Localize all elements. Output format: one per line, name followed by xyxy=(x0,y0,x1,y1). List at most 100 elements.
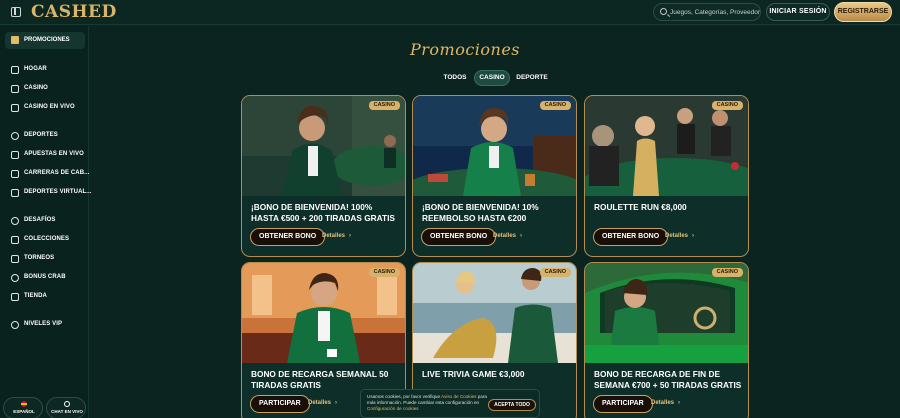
chevron-right-icon: › xyxy=(678,400,681,406)
sidebar-item-deportes[interactable]: DEPORTES xyxy=(0,129,89,143)
sidebar-item-label: DESAFÍOS xyxy=(24,217,56,223)
participate-button[interactable]: PARTICIPAR xyxy=(593,395,653,413)
tab-todos[interactable]: TODOS xyxy=(438,70,472,86)
sidebar-item-label: HOGAR xyxy=(24,66,47,72)
challenge-icon xyxy=(11,217,19,225)
sports-ball-icon xyxy=(11,132,19,140)
sidebar-item-niveles-vip[interactable]: NIVELES VIP xyxy=(0,318,89,332)
sidebar-item-promociones[interactable]: PROMOCIONES xyxy=(5,32,85,49)
crab-icon xyxy=(11,274,19,282)
sidebar-item-apuestas-en-vivo[interactable]: APUESTAS EN VIVO xyxy=(0,148,89,162)
chevron-right-icon: › xyxy=(349,233,352,239)
sidebar-item-label: PROMOCIONES xyxy=(24,37,70,43)
promo-image-card-player xyxy=(242,263,405,363)
details-link[interactable]: Detalles › xyxy=(493,233,522,239)
sidebar-item-casino[interactable]: CASINO xyxy=(0,82,89,96)
sidebar-item-casino-en-vivo[interactable]: CASINO EN VIVO xyxy=(0,101,89,115)
promo-card-title: BONO DE RECARGA DE FIN DE SEMANA €700 + … xyxy=(594,369,742,390)
search-box[interactable] xyxy=(653,3,761,21)
sidebar-item-torneos[interactable]: TORNEOS xyxy=(0,252,89,266)
search-input[interactable] xyxy=(670,5,760,19)
promo-card-weekend-reload[interactable]: CASINO BONO DE RECARGA DE FIN DE SEMANA … xyxy=(584,262,749,418)
details-label: Detalles xyxy=(322,233,346,239)
sidebar-item-desafios[interactable]: DESAFÍOS xyxy=(0,214,89,228)
logo[interactable]: CASHED xyxy=(31,2,117,22)
promo-card-title: LIVE TRIVIA GAME €3,000 xyxy=(422,369,525,379)
chat-label: CHAT EN VIVO xyxy=(51,409,83,414)
top-bar: CASHED INICIAR SESIÓN REGISTRARSE xyxy=(0,0,900,25)
sidebar-item-label: DEPORTES xyxy=(24,132,58,138)
cookie-notice-link[interactable]: Aviso de Cookies xyxy=(441,394,476,399)
chevron-right-icon: › xyxy=(692,233,695,239)
promo-image-yacht-couple xyxy=(413,263,576,363)
chevron-right-icon: › xyxy=(520,233,523,239)
home-icon xyxy=(11,66,19,74)
promo-card-title: ¡BONO DE BIENVENIDA! 10% REEMBOLSO HASTA… xyxy=(422,202,539,223)
vip-icon xyxy=(11,321,19,329)
cookie-banner: Usamos cookies, por favor verifique Avis… xyxy=(360,389,540,418)
sidebar-item-label: CASINO xyxy=(24,85,48,91)
details-link[interactable]: Detalles › xyxy=(308,400,337,406)
sidebar-item-carreras[interactable]: CARRERAS DE CAB... xyxy=(0,167,89,181)
cookie-settings-link[interactable]: Configuración de cookies xyxy=(367,406,419,411)
casino-badge: CASINO xyxy=(368,268,400,277)
sidebar-item-label: COLECCIONES xyxy=(24,236,70,242)
promo-card-welcome-10[interactable]: CASINO ¡BONO DE BIENVENIDA! 10% REEMBOLS… xyxy=(412,95,577,257)
login-button[interactable]: INICIAR SESIÓN xyxy=(766,3,830,21)
casino-badge: CASINO xyxy=(539,101,571,110)
get-bonus-button[interactable]: OBTENER BONO xyxy=(593,228,669,246)
promo-image-green-car xyxy=(585,263,748,363)
promo-image-poker-player xyxy=(242,96,405,196)
casino-badge: CASINO xyxy=(711,101,743,110)
collection-icon xyxy=(11,236,19,244)
sidebar-item-deportes-virtuales[interactable]: DEPORTES VIRTUAL... xyxy=(0,186,91,200)
trophy-icon xyxy=(11,255,19,263)
sidebar-item-label: APUESTAS EN VIVO xyxy=(24,151,84,157)
details-label: Detalles xyxy=(308,400,332,406)
promo-card-title: BONO DE RECARGA SEMANAL 50 TIRADAS GRATI… xyxy=(251,369,389,390)
casino-badge: CASINO xyxy=(539,268,571,277)
virtual-sports-icon xyxy=(11,189,19,197)
sidebar-item-colecciones[interactable]: COLECCIONES xyxy=(0,233,89,247)
participate-button[interactable]: PARTICIPAR xyxy=(250,395,310,413)
promo-card-title: ¡BONO DE BIENVENIDA! 100% HASTA €500 + 2… xyxy=(251,202,395,223)
sidebar-item-label: BONUS CRAB xyxy=(24,274,66,280)
details-link[interactable]: Detalles › xyxy=(651,400,680,406)
details-link[interactable]: Detalles › xyxy=(665,233,694,239)
language-selector[interactable]: ESPAÑOL xyxy=(3,397,43,418)
register-button[interactable]: REGISTRARSE xyxy=(834,2,892,22)
language-label: ESPAÑOL xyxy=(13,409,35,414)
sidebar-item-label: TORNEOS xyxy=(24,255,55,261)
get-bonus-button[interactable]: OBTENER BONO xyxy=(250,228,326,246)
promo-image-roulette-table xyxy=(585,96,748,196)
sidebar-item-label: CASINO EN VIVO xyxy=(24,104,75,110)
shop-icon xyxy=(11,293,19,301)
cookie-text-part: Usamos cookies, por favor verifique xyxy=(367,394,442,399)
spain-flag-icon xyxy=(21,401,27,407)
accept-all-cookies-button[interactable]: ACEPTA TODO xyxy=(488,399,536,411)
sidebar-item-label: TIENDA xyxy=(24,293,47,299)
details-label: Detalles xyxy=(665,233,689,239)
sidebar-toggle-icon[interactable] xyxy=(11,7,21,17)
gift-icon xyxy=(11,36,19,44)
get-bonus-button[interactable]: OBTENER BONO xyxy=(421,228,497,246)
sidebar: PROMOCIONES HOGAR CASINO CASINO EN VIVO … xyxy=(0,26,91,418)
casino-badge: CASINO xyxy=(711,268,743,277)
promo-card-roulette-run[interactable]: CASINO ROULETTE RUN €8,000 OBTENER BONO … xyxy=(584,95,749,257)
promo-card-welcome-100[interactable]: CASINO ¡BONO DE BIENVENIDA! 100% HASTA €… xyxy=(241,95,406,257)
sidebar-item-tienda[interactable]: TIENDA xyxy=(0,290,89,304)
cookie-text: Usamos cookies, por favor verifique Avis… xyxy=(367,394,487,411)
details-label: Detalles xyxy=(493,233,517,239)
live-casino-icon xyxy=(11,104,19,112)
sidebar-item-bonus-crab[interactable]: BONUS CRAB xyxy=(0,271,89,285)
search-icon xyxy=(660,8,667,15)
sidebar-item-hogar[interactable]: HOGAR xyxy=(0,63,89,77)
casino-badge: CASINO xyxy=(368,101,400,110)
live-chat-button[interactable]: CHAT EN VIVO xyxy=(46,397,86,418)
details-label: Detalles xyxy=(651,400,675,406)
cards-icon xyxy=(11,85,19,93)
tab-casino[interactable]: CASINO xyxy=(474,70,510,86)
page-title: Promociones xyxy=(409,40,521,59)
tab-deporte[interactable]: DEPORTE xyxy=(512,70,552,86)
details-link[interactable]: Detalles › xyxy=(322,233,351,239)
